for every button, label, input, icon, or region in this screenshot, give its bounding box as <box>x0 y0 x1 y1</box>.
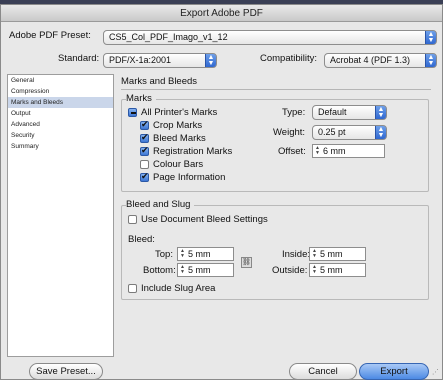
include-slug-checkbox[interactable] <box>128 284 137 293</box>
stepper-arrows-icon[interactable]: ▲ ▼ <box>311 248 318 260</box>
bleed-marks-checkbox[interactable] <box>140 132 149 143</box>
all-printers-marks-label: All Printer's Marks <box>141 107 218 118</box>
cancel-button[interactable]: Cancel <box>289 363 357 380</box>
marks-group-title: Marks <box>126 93 156 104</box>
bleed-marks-row[interactable]: Bleed Marks <box>140 132 206 144</box>
use-document-bleed-checkbox[interactable] <box>128 215 137 224</box>
sidebar-item-summary[interactable]: Summary <box>8 141 113 152</box>
use-document-bleed-row[interactable]: Use Document Bleed Settings <box>128 214 268 225</box>
outside-label: Outside: <box>272 265 308 276</box>
bleed-inside-value: 5 mm <box>320 249 343 259</box>
crop-marks-label: Crop Marks <box>153 120 203 131</box>
panel-title-divider <box>121 89 431 90</box>
include-slug-label: Include Slug Area <box>141 283 216 294</box>
compatibility-value: Acrobat 4 (PDF 1.3) <box>330 55 411 65</box>
compatibility-label: Compatibility: <box>260 53 318 64</box>
popup-arrows-icon: ▲ ▼ <box>375 126 386 139</box>
sidebar-item-security[interactable]: Security <box>8 130 113 141</box>
colour-bars-row[interactable]: Colour Bars <box>140 159 203 170</box>
stepper-arrows-icon[interactable]: ▲ ▼ <box>311 264 318 276</box>
type-value: Default <box>318 107 347 117</box>
bleed-slug-group-title: Bleed and Slug <box>126 199 195 210</box>
include-slug-row[interactable]: Include Slug Area <box>128 283 215 294</box>
popup-arrows-icon: ▲ ▼ <box>205 54 216 67</box>
offset-label: Offset: <box>278 146 306 157</box>
preset-label: Adobe PDF Preset: <box>9 30 91 41</box>
crop-marks-row[interactable]: Crop Marks <box>140 119 203 131</box>
bleed-marks-label: Bleed Marks <box>153 133 206 144</box>
page-information-row[interactable]: Page Information <box>140 171 226 183</box>
inside-label: Inside: <box>282 249 310 260</box>
crop-marks-checkbox[interactable] <box>140 119 149 130</box>
colour-bars-checkbox[interactable] <box>140 160 149 169</box>
popup-arrows-icon: ▲ ▼ <box>375 106 386 119</box>
all-printers-marks-row[interactable]: All Printer's Marks <box>128 107 217 118</box>
sidebar-item-output[interactable]: Output <box>8 108 113 119</box>
weight-value: 0.25 pt <box>318 127 346 137</box>
weight-label: Weight: <box>273 127 306 138</box>
preset-row: Adobe PDF Preset: <box>9 30 91 41</box>
compatibility-row: Compatibility: <box>260 53 317 64</box>
offset-field[interactable]: ▲ ▼ 6 mm <box>312 144 385 158</box>
top-label: Top: <box>155 249 173 260</box>
standard-label: Standard: <box>58 53 100 64</box>
colour-bars-label: Colour Bars <box>153 159 204 170</box>
sidebar-item-advanced[interactable]: Advanced <box>8 119 113 130</box>
bottom-label: Bottom: <box>143 265 176 276</box>
bleed-inside-field[interactable]: ▲ ▼ 5 mm <box>309 247 366 261</box>
bleed-bottom-field[interactable]: ▲ ▼ 5 mm <box>177 263 234 277</box>
preset-value: CS5_Col_PDF_Imago_v1_12 <box>109 32 228 42</box>
bleed-label: Bleed: <box>128 234 155 245</box>
page-information-label: Page Information <box>153 172 226 183</box>
preset-popup[interactable]: CS5_Col_PDF_Imago_v1_12 ▲ ▼ <box>103 30 437 45</box>
category-list: General Compression Marks and Bleeds Out… <box>7 74 114 357</box>
sidebar-item-compression[interactable]: Compression <box>8 86 113 97</box>
popup-arrows-icon: ▲ ▼ <box>425 54 436 67</box>
popup-arrows-icon: ▲ ▼ <box>425 31 436 44</box>
weight-popup[interactable]: 0.25 pt ▲ ▼ <box>312 125 387 140</box>
all-printers-marks-checkbox[interactable] <box>128 108 137 117</box>
use-document-bleed-label: Use Document Bleed Settings <box>141 214 268 225</box>
sidebar-item-marks-and-bleeds[interactable]: Marks and Bleeds <box>8 97 113 108</box>
page-information-checkbox[interactable] <box>140 171 149 182</box>
dialog-title: Export Adobe PDF <box>1 5 442 22</box>
registration-marks-checkbox[interactable] <box>140 145 149 156</box>
sidebar-item-general[interactable]: General <box>8 75 113 86</box>
stepper-arrows-icon[interactable]: ▲ ▼ <box>179 264 186 276</box>
export-dialog: Export Adobe PDF Adobe PDF Preset: CS5_C… <box>0 4 443 380</box>
resize-grip-icon[interactable]: ⋰ <box>432 369 440 377</box>
standard-value: PDF/X-1a:2001 <box>109 55 172 65</box>
save-preset-button[interactable]: Save Preset... <box>29 363 103 380</box>
chain-link-icon[interactable]: ⛓ <box>241 257 252 268</box>
type-label: Type: <box>282 107 306 118</box>
standard-row: Standard: <box>58 53 99 64</box>
compatibility-popup[interactable]: Acrobat 4 (PDF 1.3) ▲ ▼ <box>324 53 437 68</box>
bleed-bottom-value: 5 mm <box>188 265 211 275</box>
registration-marks-label: Registration Marks <box>153 146 233 157</box>
stepper-arrows-icon[interactable]: ▲ ▼ <box>179 248 186 260</box>
bleed-outside-value: 5 mm <box>320 265 343 275</box>
bleed-top-value: 5 mm <box>188 249 211 259</box>
type-popup[interactable]: Default ▲ ▼ <box>312 105 387 120</box>
bleed-top-field[interactable]: ▲ ▼ 5 mm <box>177 247 234 261</box>
stepper-arrows-icon[interactable]: ▲ ▼ <box>314 145 321 157</box>
panel-title: Marks and Bleeds <box>121 76 198 87</box>
standard-popup[interactable]: PDF/X-1a:2001 ▲ ▼ <box>103 53 217 68</box>
bleed-outside-field[interactable]: ▲ ▼ 5 mm <box>309 263 366 277</box>
registration-marks-row[interactable]: Registration Marks <box>140 145 233 157</box>
offset-value: 6 mm <box>323 146 346 156</box>
export-button[interactable]: Export <box>359 363 429 380</box>
